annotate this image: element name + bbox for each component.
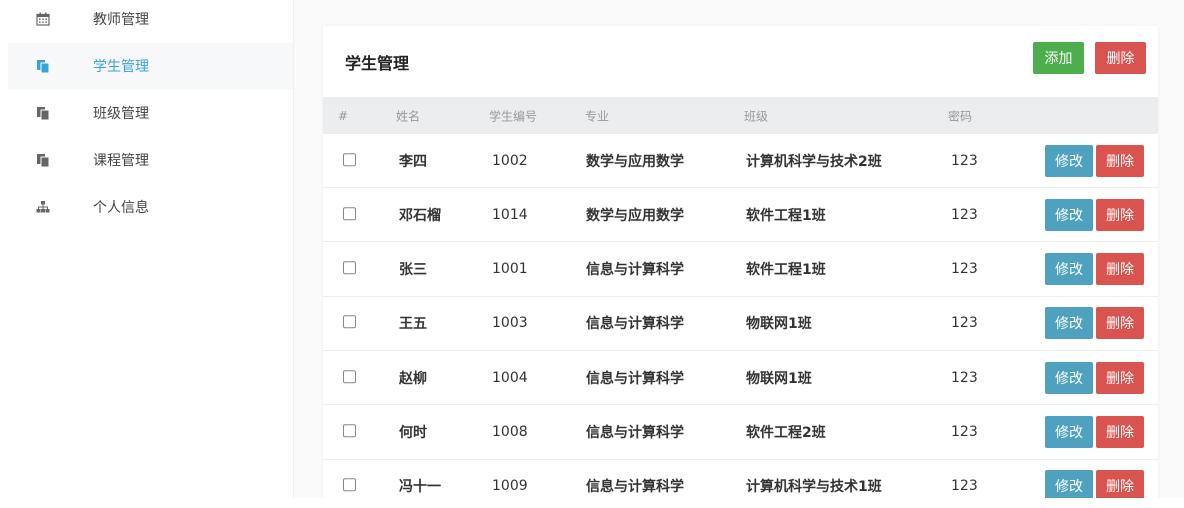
edit-button[interactable]: 修改 bbox=[1045, 470, 1093, 498]
cell-student-id: 1002 bbox=[492, 152, 528, 169]
cell-major: 信息与计算科学 bbox=[586, 425, 684, 441]
row-checkbox[interactable] bbox=[343, 478, 356, 492]
table-row: 赵柳 1004 信息与计算科学 物联网1班 123 修改 删除 bbox=[323, 351, 1158, 406]
cell-class: 物联网1班 bbox=[746, 370, 812, 387]
cell-name: 张三 bbox=[399, 262, 427, 279]
column-header-name: 姓名 bbox=[396, 109, 421, 123]
column-header-major: 专业 bbox=[585, 109, 610, 123]
cell-student-id: 1001 bbox=[492, 261, 528, 278]
cell-student-id: 1009 bbox=[492, 478, 528, 495]
cell-student-id: 1008 bbox=[492, 424, 528, 440]
row-checkbox[interactable] bbox=[343, 261, 356, 275]
row-checkbox[interactable] bbox=[343, 369, 356, 383]
delete-button[interactable]: 删除 bbox=[1096, 253, 1144, 286]
cell-password: 123 bbox=[951, 369, 978, 386]
cell-class: 计算机科学与技术2班 bbox=[746, 153, 882, 170]
student-management-panel: 学生管理 添加 删除 # 姓名 学生编号 专业 班级 密码 李四 1002 数学与应… bbox=[323, 26, 1158, 498]
table-row: 张三 1001 信息与计算科学 软件工程1班 123 修改 删除 bbox=[323, 242, 1158, 297]
cell-major: 数学与应用数学 bbox=[586, 207, 684, 224]
sidebar-item-course-management[interactable]: 课程管理 bbox=[8, 137, 293, 183]
cell-name: 赵柳 bbox=[399, 370, 427, 387]
cell-student-id: 1004 bbox=[492, 369, 528, 386]
column-header-class: 班级 bbox=[744, 109, 769, 123]
sidebar-item-label: 教师管理 bbox=[93, 12, 149, 28]
cell-major: 信息与计算科学 bbox=[586, 479, 684, 496]
cell-class: 计算机科学与技术1班 bbox=[746, 479, 882, 496]
cell-major: 信息与计算科学 bbox=[586, 370, 684, 387]
sidebar-item-class-management[interactable]: 班级管理 bbox=[8, 90, 293, 136]
copy-icon bbox=[37, 60, 50, 73]
delete-button[interactable]: 删除 bbox=[1096, 470, 1144, 498]
cell-password: 123 bbox=[951, 315, 978, 332]
cell-name: 何时 bbox=[399, 425, 427, 441]
cell-major: 信息与计算科学 bbox=[586, 316, 684, 333]
cell-name: 李四 bbox=[399, 153, 427, 170]
cell-password: 123 bbox=[951, 261, 978, 278]
panel-title: 学生管理 bbox=[345, 54, 410, 73]
sidebar-item-student-management[interactable]: 学生管理 bbox=[8, 43, 293, 89]
delete-button[interactable]: 删除 bbox=[1096, 144, 1144, 177]
column-header-password: 密码 bbox=[948, 109, 973, 123]
row-checkbox[interactable] bbox=[343, 315, 356, 329]
table-row: 邓石榴 1014 数学与应用数学 软件工程1班 123 修改 删除 bbox=[323, 188, 1158, 243]
delete-button[interactable]: 删除 bbox=[1096, 307, 1144, 340]
sidebar: 教师管理 学生管理 班级管理 课程管理 个人信息 bbox=[0, 0, 293, 498]
table-row: 李四 1002 数学与应用数学 计算机科学与技术2班 123 修改 删除 bbox=[323, 134, 1158, 188]
sidebar-item-label: 个人信息 bbox=[93, 200, 149, 216]
sidebar-item-personal-info[interactable]: 个人信息 bbox=[8, 184, 293, 230]
cell-class: 物联网1班 bbox=[746, 316, 812, 333]
table-row: 何时 1008 信息与计算科学 软件工程2班 123 修改 删除 bbox=[323, 405, 1158, 460]
table-row: 冯十一 1009 信息与计算科学 计算机科学与技术1班 123 修改 删除 bbox=[323, 459, 1158, 498]
page-bottom bbox=[0, 498, 1184, 508]
cell-name: 王五 bbox=[399, 316, 427, 333]
edit-button[interactable]: 修改 bbox=[1045, 361, 1093, 394]
edit-button[interactable]: 修改 bbox=[1045, 144, 1093, 177]
sidebar-item-label: 班级管理 bbox=[93, 106, 149, 122]
delete-button[interactable]: 删除 bbox=[1096, 198, 1144, 231]
sidebar-item-label: 学生管理 bbox=[93, 59, 149, 75]
edit-button[interactable]: 修改 bbox=[1045, 253, 1093, 286]
cell-name: 冯十一 bbox=[399, 479, 441, 496]
edit-button[interactable]: 修改 bbox=[1045, 198, 1093, 231]
sidebar-divider bbox=[293, 0, 294, 498]
table-header: # 姓名 学生编号 专业 班级 密码 bbox=[323, 97, 1158, 134]
cell-password: 123 bbox=[951, 206, 978, 223]
edit-button[interactable]: 修改 bbox=[1045, 416, 1093, 448]
bulk-delete-button[interactable]: 删除 bbox=[1095, 42, 1146, 74]
delete-button[interactable]: 删除 bbox=[1096, 416, 1144, 448]
cell-class: 软件工程1班 bbox=[746, 207, 826, 224]
sidebar-item-label: 课程管理 bbox=[93, 153, 149, 169]
cell-major: 数学与应用数学 bbox=[586, 153, 684, 170]
cell-name: 邓石榴 bbox=[399, 207, 441, 224]
cell-class: 软件工程1班 bbox=[746, 262, 826, 279]
delete-button[interactable]: 删除 bbox=[1096, 361, 1144, 394]
row-checkbox[interactable] bbox=[343, 424, 356, 438]
cell-password: 123 bbox=[951, 152, 978, 169]
cell-password: 123 bbox=[951, 424, 978, 440]
column-header-index: # bbox=[338, 108, 349, 123]
add-button[interactable]: 添加 bbox=[1033, 42, 1084, 74]
table-row: 王五 1003 信息与计算科学 物联网1班 123 修改 删除 bbox=[323, 296, 1158, 351]
copy-icon bbox=[37, 107, 50, 120]
cell-student-id: 1003 bbox=[492, 315, 528, 332]
sitemap-icon bbox=[36, 201, 50, 213]
copy-icon bbox=[37, 154, 50, 167]
edit-button[interactable]: 修改 bbox=[1045, 307, 1093, 340]
cell-password: 123 bbox=[951, 478, 978, 495]
cell-class: 软件工程2班 bbox=[746, 425, 826, 441]
cell-major: 信息与计算科学 bbox=[586, 262, 684, 279]
column-header-student-id: 学生编号 bbox=[489, 109, 538, 123]
row-checkbox[interactable] bbox=[343, 152, 356, 166]
sidebar-item-teacher-management[interactable]: 教师管理 bbox=[8, 0, 293, 42]
row-checkbox[interactable] bbox=[343, 206, 356, 220]
calendar-icon bbox=[36, 12, 50, 26]
cell-student-id: 1014 bbox=[492, 206, 528, 223]
